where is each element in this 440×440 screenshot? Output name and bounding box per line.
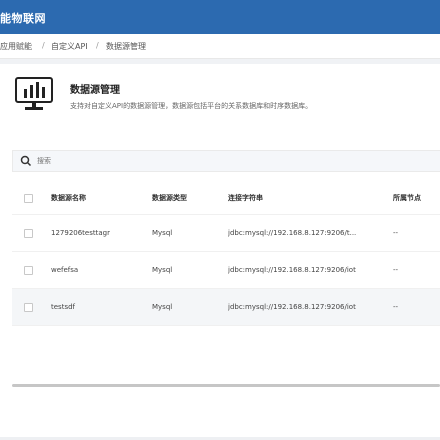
breadcrumb: 应用赋能 / 自定义API / 数据源管理 — [0, 34, 440, 59]
datasource-type: Mysql — [152, 303, 173, 311]
main-content: 数据源管理 支持对自定义API的数据源管理，数据源包括平台的关系数据库和时序数据… — [0, 64, 440, 440]
top-navigation-bar: 能物联网 — [0, 0, 440, 34]
search-input[interactable] — [37, 154, 417, 167]
row-select-cell[interactable] — [24, 252, 38, 288]
row-select-cell[interactable] — [24, 215, 38, 251]
breadcrumb-item-app-enable[interactable]: 应用赋能 — [0, 41, 32, 52]
column-header-connection[interactable]: 连接字符串 — [228, 182, 378, 214]
datasource-name: wefefsa — [51, 266, 79, 274]
breadcrumb-separator: / — [42, 41, 45, 50]
datasource-name: testsdf — [51, 303, 75, 311]
search-box[interactable] — [12, 150, 440, 172]
column-header-type[interactable]: 数据源类型 — [152, 182, 222, 214]
select-all-cell[interactable] — [24, 182, 38, 214]
monitor-chart-icon — [15, 77, 53, 110]
select-all-checkbox[interactable] — [24, 193, 33, 203]
breadcrumb-item-datasource: 数据源管理 — [106, 42, 146, 51]
datasource-type: Mysql — [152, 229, 173, 237]
horizontal-scrollbar[interactable] — [12, 384, 440, 387]
node: -- — [393, 266, 399, 274]
table-row[interactable]: testsdf Mysql jdbc:mysql://192.168.8.127… — [12, 289, 440, 326]
row-checkbox[interactable] — [24, 265, 33, 275]
row-checkbox[interactable] — [24, 228, 33, 238]
breadcrumb-item-custom-api[interactable]: 自定义API — [51, 41, 88, 52]
breadcrumb-separator: / — [96, 41, 99, 50]
datasource-table: 数据源名称 数据源类型 连接字符串 所属节点 1279206testtagr M… — [12, 182, 440, 326]
datasource-type: Mysql — [152, 266, 173, 274]
row-select-cell[interactable] — [24, 289, 38, 325]
connection-string: jdbc:mysql://192.168.8.127:9206/iot — [228, 303, 356, 311]
table-row[interactable]: 1279206testtagr Mysql jdbc:mysql://192.1… — [12, 215, 440, 252]
table-row[interactable]: wefefsa Mysql jdbc:mysql://192.168.8.127… — [12, 252, 440, 289]
column-header-name[interactable]: 数据源名称 — [51, 182, 146, 214]
app-brand[interactable]: 能物联网 — [0, 10, 46, 26]
connection-string: jdbc:mysql://192.168.8.127:9206/iot — [228, 266, 356, 274]
search-icon — [20, 155, 32, 167]
column-header-node[interactable]: 所属节点 — [393, 182, 440, 214]
page-description: 支持对自定义API的数据源管理，数据源包括平台的关系数据库和时序数据库。 — [70, 102, 313, 110]
row-checkbox[interactable] — [24, 302, 33, 312]
node: -- — [393, 303, 399, 311]
page-title: 数据源管理 — [70, 85, 120, 96]
connection-string: jdbc:mysql://192.168.8.127:9206/t... — [228, 229, 357, 237]
table-header-row: 数据源名称 数据源类型 连接字符串 所属节点 — [12, 182, 440, 215]
node: -- — [393, 229, 399, 237]
datasource-name: 1279206testtagr — [51, 229, 110, 237]
